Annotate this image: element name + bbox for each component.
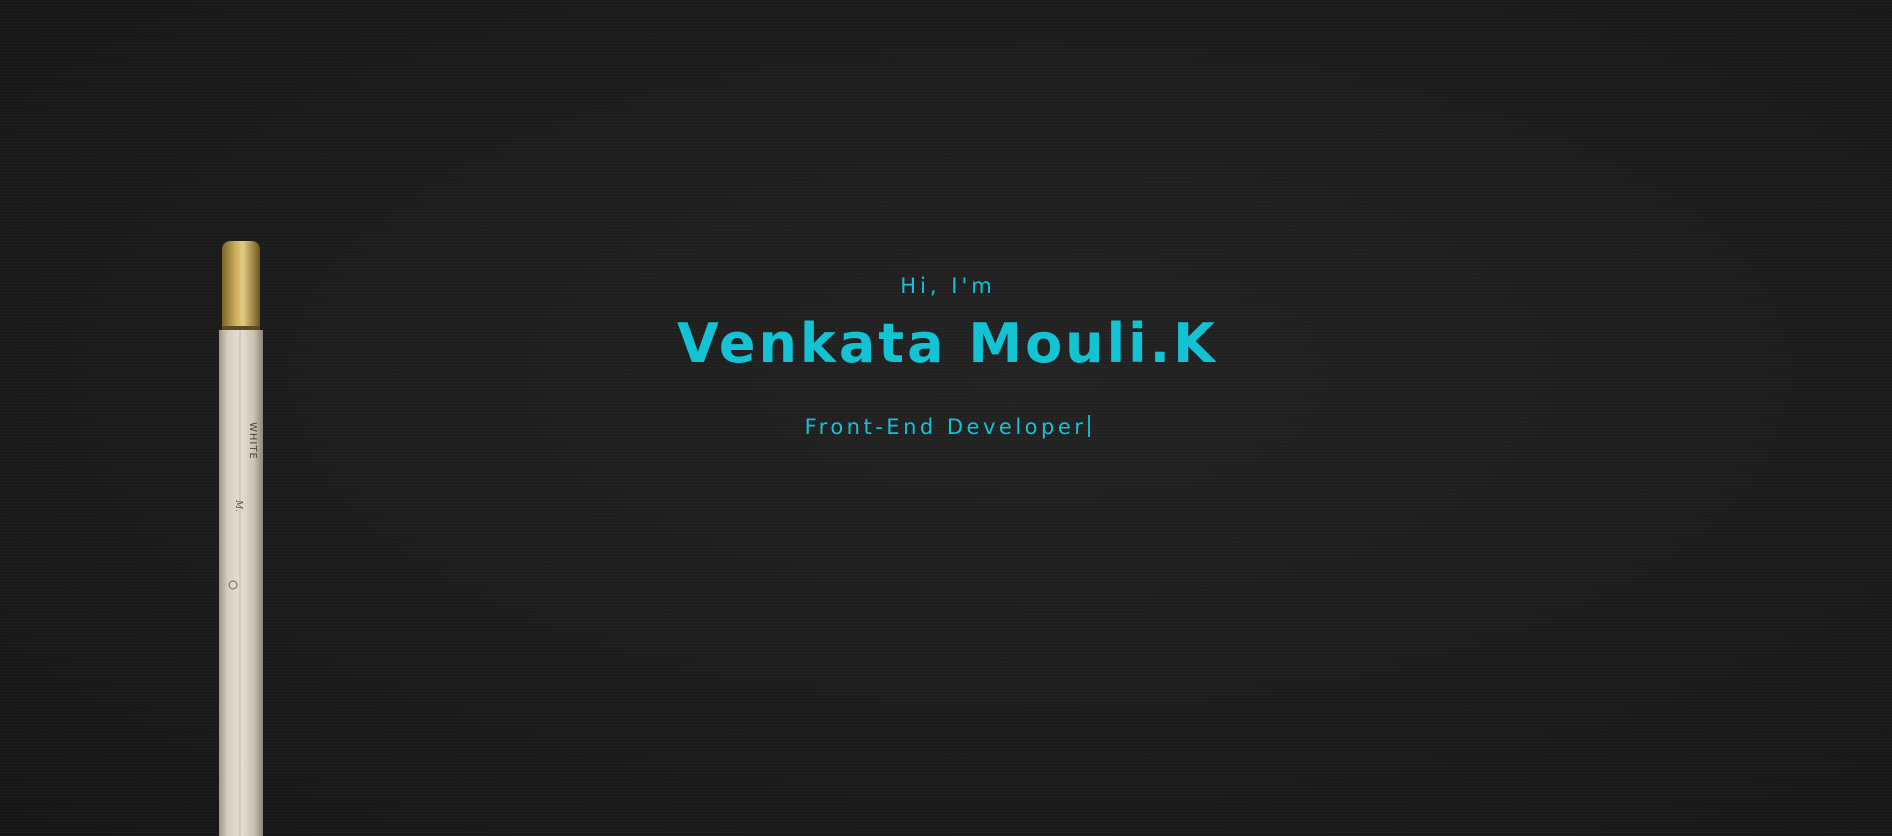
svg-text:M.: M. <box>233 499 243 512</box>
page-title: Venkata Mouli.K <box>677 312 1218 375</box>
hero-section: WHITE M. Hi, I'm Venkata Mouli.K Front-E… <box>0 0 1892 836</box>
typed-role: Front-End Developer <box>0 412 1892 442</box>
role-text: Front-End Developer <box>804 415 1087 440</box>
greeting-text: Hi, I'm <box>900 274 996 298</box>
typing-caret <box>1088 415 1091 438</box>
intro-block: Hi, I'm Venkata Mouli.K Front-End Develo… <box>0 272 1892 442</box>
